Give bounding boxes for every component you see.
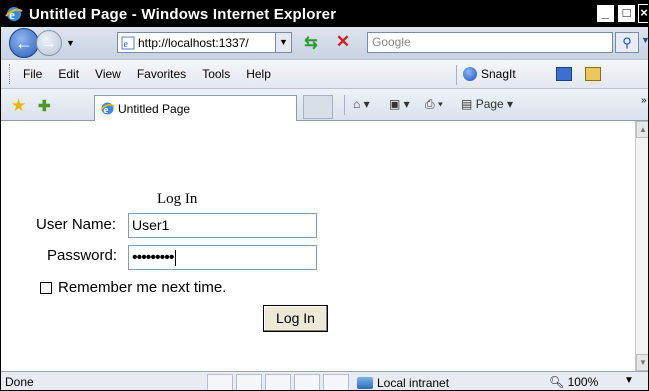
zoom-value: 100%	[567, 375, 599, 389]
refresh-button[interactable]: ⇆	[301, 33, 321, 53]
refresh-icon: ⇆	[304, 35, 318, 52]
page-menu-label: Page	[475, 97, 504, 111]
menu-tools[interactable]: Tools	[202, 67, 230, 81]
more-commands-chevron-icon[interactable]: »	[641, 95, 647, 106]
login-button[interactable]: Log In	[263, 305, 328, 332]
text-caret	[175, 249, 177, 266]
command-separator	[344, 95, 345, 115]
title-bar: e Untitled Page - Windows Internet Explo…	[1, 1, 648, 27]
zone-label: Local intranet	[377, 375, 450, 390]
status-cell	[207, 374, 233, 390]
snagit-button[interactable]: SnagIt	[463, 67, 516, 81]
feeds-icon[interactable]: ▣ ▾	[389, 97, 410, 111]
print-icon[interactable]: ⎙ ▾	[425, 97, 443, 112]
forward-button[interactable]: →	[36, 30, 62, 56]
security-zone[interactable]: Local intranet	[357, 374, 450, 390]
vertical-scrollbar[interactable]: ▲ ▼	[635, 121, 648, 371]
login-title: Log In	[157, 191, 198, 207]
menu-favorites[interactable]: Favorites	[137, 67, 186, 81]
snagit-icon	[463, 67, 477, 81]
menu-file[interactable]: File	[23, 67, 42, 81]
favorites-star-icon[interactable]: ★	[11, 96, 26, 116]
new-tab-button[interactable]	[303, 95, 333, 119]
search-options-dropdown[interactable]: ▼	[641, 35, 648, 45]
ie-page-icon: e	[100, 102, 115, 116]
search-icon: ⚲	[622, 35, 632, 50]
search-input[interactable]: Google	[367, 32, 613, 53]
status-cell	[294, 374, 320, 390]
local-intranet-icon	[357, 376, 373, 389]
status-text: Done	[5, 375, 34, 389]
minimize-button[interactable]: _	[596, 4, 615, 23]
address-url-text: http://localhost:1337/	[138, 35, 249, 50]
page-icon: e	[121, 36, 135, 50]
zoom-icon: 🔍︎	[549, 375, 565, 389]
back-arrow-icon: ←	[15, 32, 33, 53]
address-dropdown-button[interactable]: ▼	[275, 33, 291, 52]
home-icon[interactable]: ⌂ ▾	[353, 97, 370, 111]
status-cell	[323, 374, 349, 390]
back-button[interactable]: ←	[9, 28, 39, 58]
menu-help[interactable]: Help	[246, 67, 271, 81]
remember-me-row: Remember me next time.	[40, 279, 226, 296]
password-mask: •••••••••	[132, 249, 174, 266]
menu-bar: File Edit View Favorites Tools Help Snag…	[1, 59, 648, 89]
add-favorites-icon[interactable]: ✚	[38, 97, 51, 115]
snagit-capture-icon[interactable]	[556, 67, 572, 81]
tab-untitled-page[interactable]: e Untitled Page	[94, 95, 297, 121]
tab-label: Untitled Page	[118, 101, 191, 116]
address-input[interactable]: e http://localhost:1337/ ▼	[117, 32, 292, 53]
history-dropdown-button[interactable]: ▼	[66, 38, 78, 48]
status-cell	[236, 374, 262, 390]
password-label: Password:	[47, 247, 118, 264]
browser-window: e Untitled Page - Windows Internet Explo…	[0, 0, 649, 391]
address-toolbar: ← → ▼ e http://localhost:1337/ ▼ ⇆ ✕ Goo…	[1, 27, 648, 59]
forward-arrow-icon: →	[41, 34, 57, 52]
toolbar-separator	[456, 65, 457, 85]
page-content: Log In	[1, 121, 635, 371]
scroll-up-button[interactable]: ▲	[636, 121, 648, 138]
snagit-label: SnagIt	[481, 67, 516, 81]
toolbar-grip[interactable]	[9, 64, 13, 84]
zoom-dropdown-icon[interactable]: ▼	[624, 375, 634, 386]
zoom-level-button[interactable]: 🔍︎ 100%	[549, 375, 598, 389]
snagit-editor-icon[interactable]	[585, 67, 601, 81]
search-button[interactable]: ⚲	[615, 32, 639, 53]
close-button[interactable]: ×	[638, 4, 648, 23]
page-icon: ▤	[461, 97, 473, 111]
tab-bar: ★ ✚ e Untitled Page ⌂ ▾ ▣ ▾ ⎙ ▾ ▤ Page ▾…	[1, 89, 648, 121]
remember-me-label[interactable]: Remember me next time.	[58, 279, 226, 296]
stop-icon: ✕	[335, 32, 351, 51]
menu-edit[interactable]: Edit	[58, 67, 79, 81]
ie-logo-icon: e	[5, 7, 23, 22]
maximize-button[interactable]: □	[617, 4, 636, 23]
status-bar: Done Local intranet 🔍︎ 100% ▼	[1, 371, 648, 390]
svg-text:e: e	[124, 39, 129, 50]
window-title: Untitled Page - Windows Internet Explore…	[29, 5, 337, 23]
username-field[interactable]: User1	[128, 213, 317, 238]
status-cell	[265, 374, 291, 390]
username-label: User Name:	[36, 216, 117, 233]
scroll-down-button[interactable]: ▼	[636, 354, 648, 371]
page-menu-button[interactable]: ▤ Page ▾	[461, 97, 513, 111]
remember-me-checkbox[interactable]	[40, 281, 52, 294]
menu-view[interactable]: View	[95, 67, 121, 81]
stop-button[interactable]: ✕	[331, 32, 355, 53]
password-field[interactable]: •••••••••	[128, 245, 317, 270]
